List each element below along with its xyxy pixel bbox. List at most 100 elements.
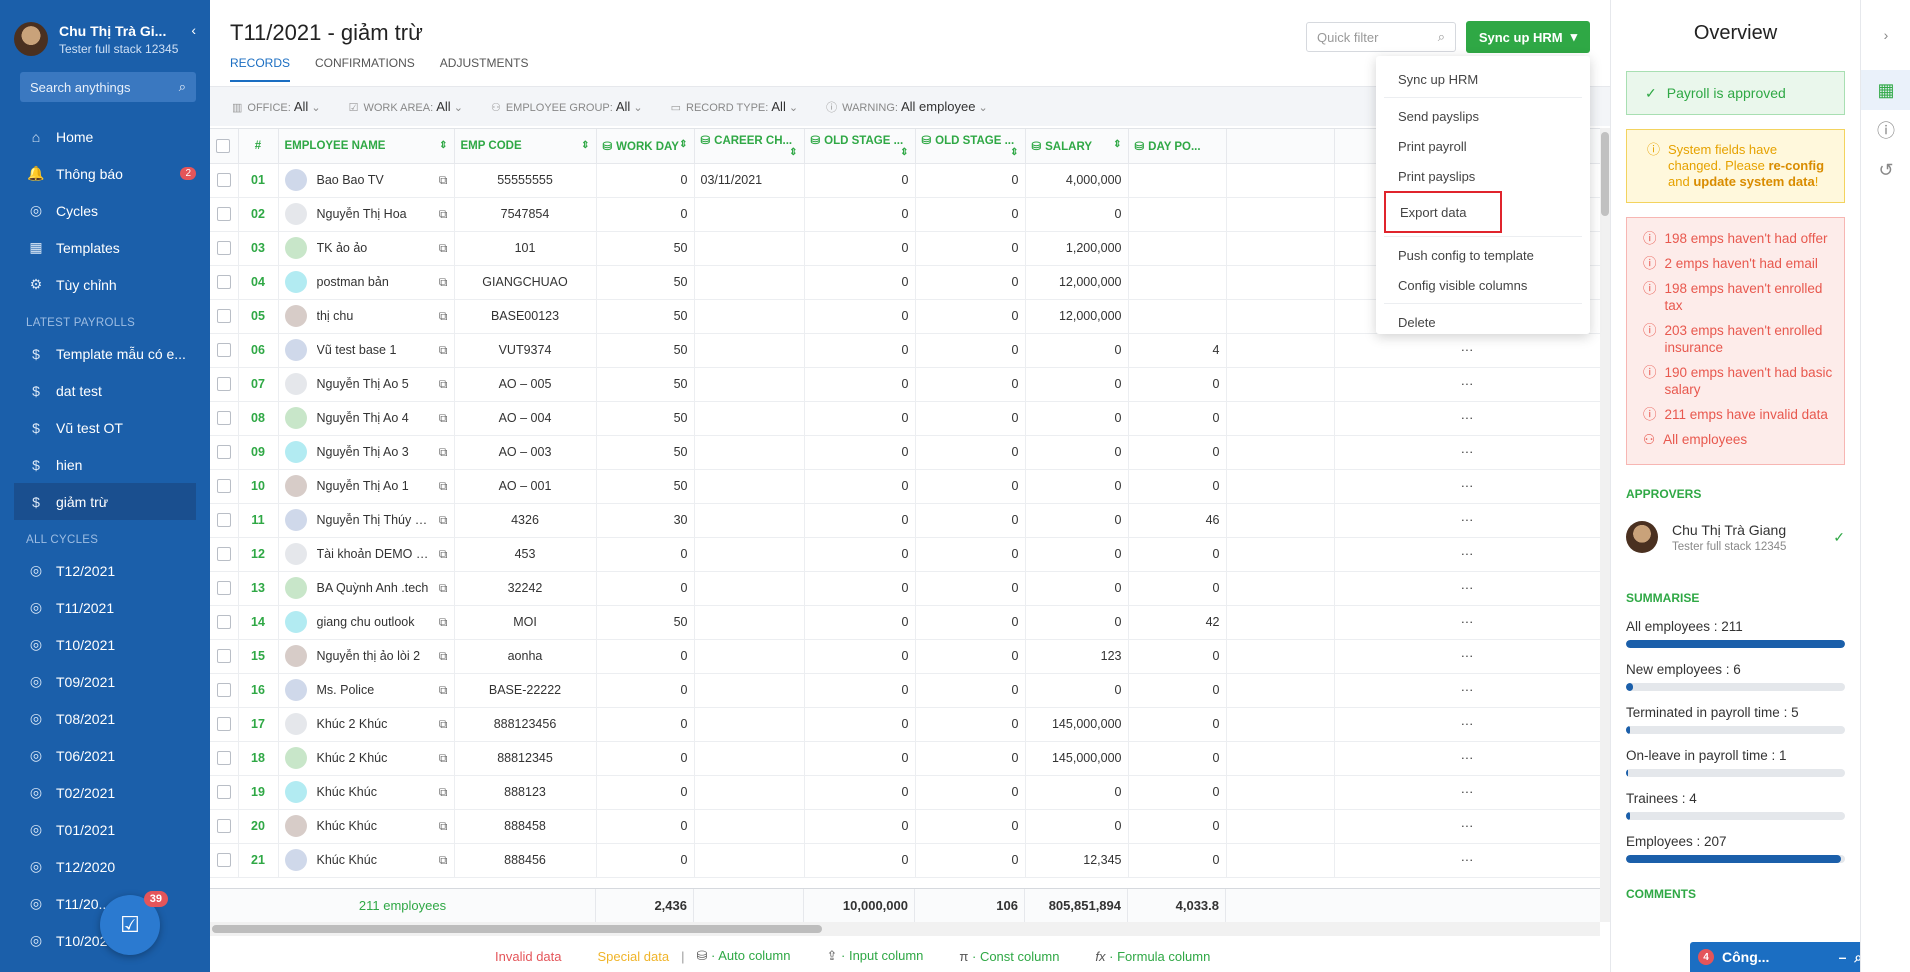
work-day-cell[interactable]: 50 [596,265,695,300]
error-item[interactable]: ⓘ 211 emps have invalid data [1643,406,1836,423]
menu-print-payslips[interactable]: Print payslips [1376,161,1590,191]
work-day-cell[interactable]: 50 [596,367,695,402]
row-checkbox[interactable] [210,809,239,844]
employee-name-cell[interactable]: Khúc 2 Khúc ⧉ [278,741,455,776]
table-row[interactable]: 12Tài khoản DEMO base...⧉45300000··· [210,537,1600,572]
menu-push-config[interactable]: Push config to template [1376,240,1590,270]
error-item[interactable]: ⓘ 190 emps haven't had basic salary [1643,364,1836,398]
day-po-cell[interactable]: 0 [1128,401,1227,436]
career-change-cell[interactable] [694,673,805,708]
old-stage-1-cell[interactable]: 0 [804,605,916,640]
old-stage-1-cell[interactable]: 0 [804,843,916,878]
sidebar-item-3[interactable]: ▦ Templates [0,229,210,266]
row-checkbox[interactable] [210,775,239,810]
sidebar-search-input[interactable]: Search anythings ⌕ [20,72,196,102]
row-checkbox[interactable] [210,435,239,470]
sidebar-item-1[interactable]: 🔔 Thông báo 2 [0,155,210,192]
salary-cell[interactable]: 0 [1025,367,1129,402]
open-external-icon[interactable]: ⧉ [439,309,448,324]
day-po-cell[interactable]: 4 [1128,333,1227,368]
old-stage-1-cell[interactable]: 0 [804,265,916,300]
day-po-cell[interactable] [1128,163,1227,198]
employee-name-cell[interactable]: Khúc Khúc ⧉ [278,843,455,878]
row-more-button[interactable]: ··· [1334,503,1600,538]
old-stage-1-cell[interactable]: 0 [804,367,916,402]
sidebar-item-4[interactable]: ⚙ Tùy chỉnh [0,266,210,303]
old-stage-1-cell[interactable]: 0 [804,673,916,708]
salary-cell[interactable]: 0 [1025,809,1129,844]
col-employee-name[interactable]: EMPLOYEE NAME ⇕ [278,129,455,164]
day-po-cell[interactable]: 0 [1128,707,1227,742]
row-checkbox[interactable] [210,197,239,232]
sidebar-item-0[interactable]: ⌂ Home [0,118,210,155]
table-row[interactable]: 06 Vũ test base 1 ⧉ VUT9374 50 0 0 0 4 ··· [210,333,1600,368]
grid-view-icon[interactable]: ▦ [1861,70,1910,110]
row-checkbox[interactable] [210,741,239,776]
row-more-button[interactable]: ··· [1334,639,1600,674]
salary-cell[interactable]: 0 [1025,435,1129,470]
career-change-cell[interactable] [694,197,805,232]
work-day-cell[interactable]: 50 [596,299,695,334]
filter-office[interactable]: ▥ OFFICE: All ⌄ [232,99,321,114]
day-po-cell[interactable]: 0 [1128,673,1227,708]
employee-name-cell[interactable]: Nguyễn thị ảo lòi 2 ⧉ [278,639,455,674]
reconfig-link[interactable]: re-config [1768,158,1824,173]
latest-payroll-item[interactable]: $ dat test [0,372,210,409]
row-more-button[interactable]: ··· [1334,367,1600,402]
employee-name-cell[interactable]: Ms. Police ⧉ [278,673,455,708]
old-stage-2-cell[interactable]: 0 [915,639,1026,674]
open-external-icon[interactable]: ⧉ [439,581,448,596]
row-more-button[interactable]: ··· [1334,605,1600,640]
table-row[interactable]: 18 Khúc 2 Khúc ⧉ 88812345 0 0 0 145,000,000 0 ··· [210,741,1600,776]
employee-name-cell[interactable]: Vũ test base 1 ⧉ [278,333,455,368]
work-day-cell[interactable]: 50 [596,605,695,640]
career-change-cell[interactable] [694,639,805,674]
old-stage-2-cell[interactable]: 0 [915,435,1026,470]
row-more-button[interactable]: ··· [1334,775,1600,810]
open-external-icon[interactable]: ⧉ [439,207,448,222]
work-day-cell[interactable]: 0 [596,163,695,198]
row-more-button[interactable]: ··· [1334,469,1600,504]
salary-cell[interactable]: 12,345 [1025,843,1129,878]
table-row[interactable]: 21 Khúc Khúc ⧉ 888456 0 0 0 12,345 0 ··· [210,843,1600,878]
cycle-item[interactable]: ◎ T09/2021 [0,663,210,700]
employee-name-cell[interactable]: Nguyễn Thị Ao 5 ⧉ [278,367,455,402]
table-row[interactable]: 20 Khúc Khúc ⧉ 888458 0 0 0 0 0 ··· [210,809,1600,844]
open-external-icon[interactable]: ⧉ [439,513,448,528]
salary-cell[interactable]: 0 [1025,197,1129,232]
salary-cell[interactable]: 12,000,000 [1025,299,1129,334]
career-change-cell[interactable] [694,503,805,538]
work-day-cell[interactable]: 0 [596,571,695,606]
day-po-cell[interactable] [1128,299,1227,334]
error-item[interactable]: ⓘ 198 emps haven't enrolled tax [1643,280,1836,314]
row-checkbox[interactable] [210,843,239,878]
old-stage-2-cell[interactable]: 0 [915,571,1026,606]
open-external-icon[interactable]: ⧉ [439,173,448,188]
work-day-cell[interactable]: 50 [596,231,695,266]
row-more-button[interactable]: ··· [1334,707,1600,742]
open-external-icon[interactable]: ⧉ [439,445,448,460]
table-row[interactable]: 16 Ms. Police ⧉ BASE-22222 0 0 0 0 0 ··· [210,673,1600,708]
day-po-cell[interactable]: 0 [1128,435,1227,470]
employee-name-cell[interactable]: Tài khoản DEMO base... ⧉ [278,537,455,572]
old-stage-1-cell[interactable]: 0 [804,639,916,674]
sidebar-item-2[interactable]: ◎ Cycles [0,192,210,229]
day-po-cell[interactable]: 0 [1128,367,1227,402]
salary-cell[interactable]: 4,000,000 [1025,163,1129,198]
day-po-cell[interactable]: 0 [1128,537,1227,572]
row-more-button[interactable]: ··· [1334,843,1600,878]
employee-name-cell[interactable]: Nguyễn Thị Ao 4 ⧉ [278,401,455,436]
minimize-icon[interactable]: – [1839,949,1847,965]
work-day-cell[interactable]: 0 [596,707,695,742]
salary-cell[interactable]: 0 [1025,673,1129,708]
tab-confirmations[interactable]: CONFIRMATIONS [315,56,415,82]
old-stage-2-cell[interactable]: 0 [915,537,1026,572]
open-external-icon[interactable]: ⧉ [439,853,448,868]
day-po-cell[interactable] [1128,265,1227,300]
old-stage-2-cell[interactable]: 0 [915,843,1026,878]
row-checkbox[interactable] [210,605,239,640]
row-checkbox[interactable] [210,673,239,708]
row-more-button[interactable]: ··· [1334,537,1600,572]
col-day-po[interactable]: ⛁ DAY PO... [1128,129,1227,164]
old-stage-2-cell[interactable]: 0 [915,469,1026,504]
